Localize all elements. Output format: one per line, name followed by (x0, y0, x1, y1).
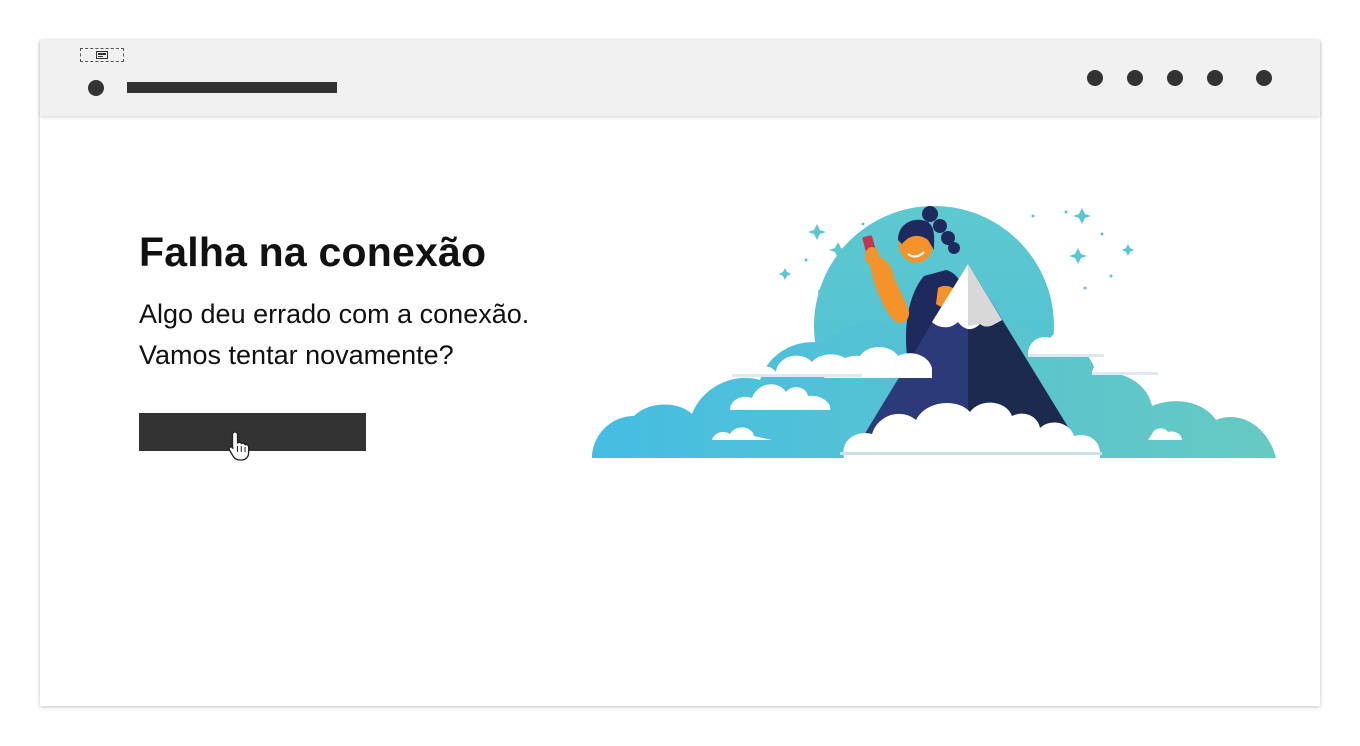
nav-item-3[interactable] (1167, 70, 1183, 86)
error-message-line-2: Vamos tentar novamente? (139, 340, 454, 370)
site-title-placeholder (127, 82, 337, 93)
logo-dot[interactable] (88, 80, 104, 96)
error-message: Algo deu errado com a conexão. Vamos ten… (139, 294, 529, 376)
error-title: Falha na conexão (139, 229, 487, 275)
error-message-line-1: Algo deu errado com a conexão. (139, 299, 530, 329)
error-content: Falha na conexão Algo deu errado com a c… (40, 116, 1320, 706)
nav-item-4[interactable] (1207, 70, 1223, 86)
nav-item-5[interactable] (1256, 70, 1272, 86)
nav-item-1[interactable] (1087, 70, 1103, 86)
image-placeholder-icon (80, 48, 124, 62)
mountain-clouds-illustration (592, 206, 1276, 458)
browser-window: Falha na conexão Algo deu errado com a c… (40, 40, 1320, 706)
nav-item-2[interactable] (1127, 70, 1143, 86)
hand-pointer-cursor-icon (228, 431, 250, 461)
top-navigation-bar (40, 40, 1320, 116)
